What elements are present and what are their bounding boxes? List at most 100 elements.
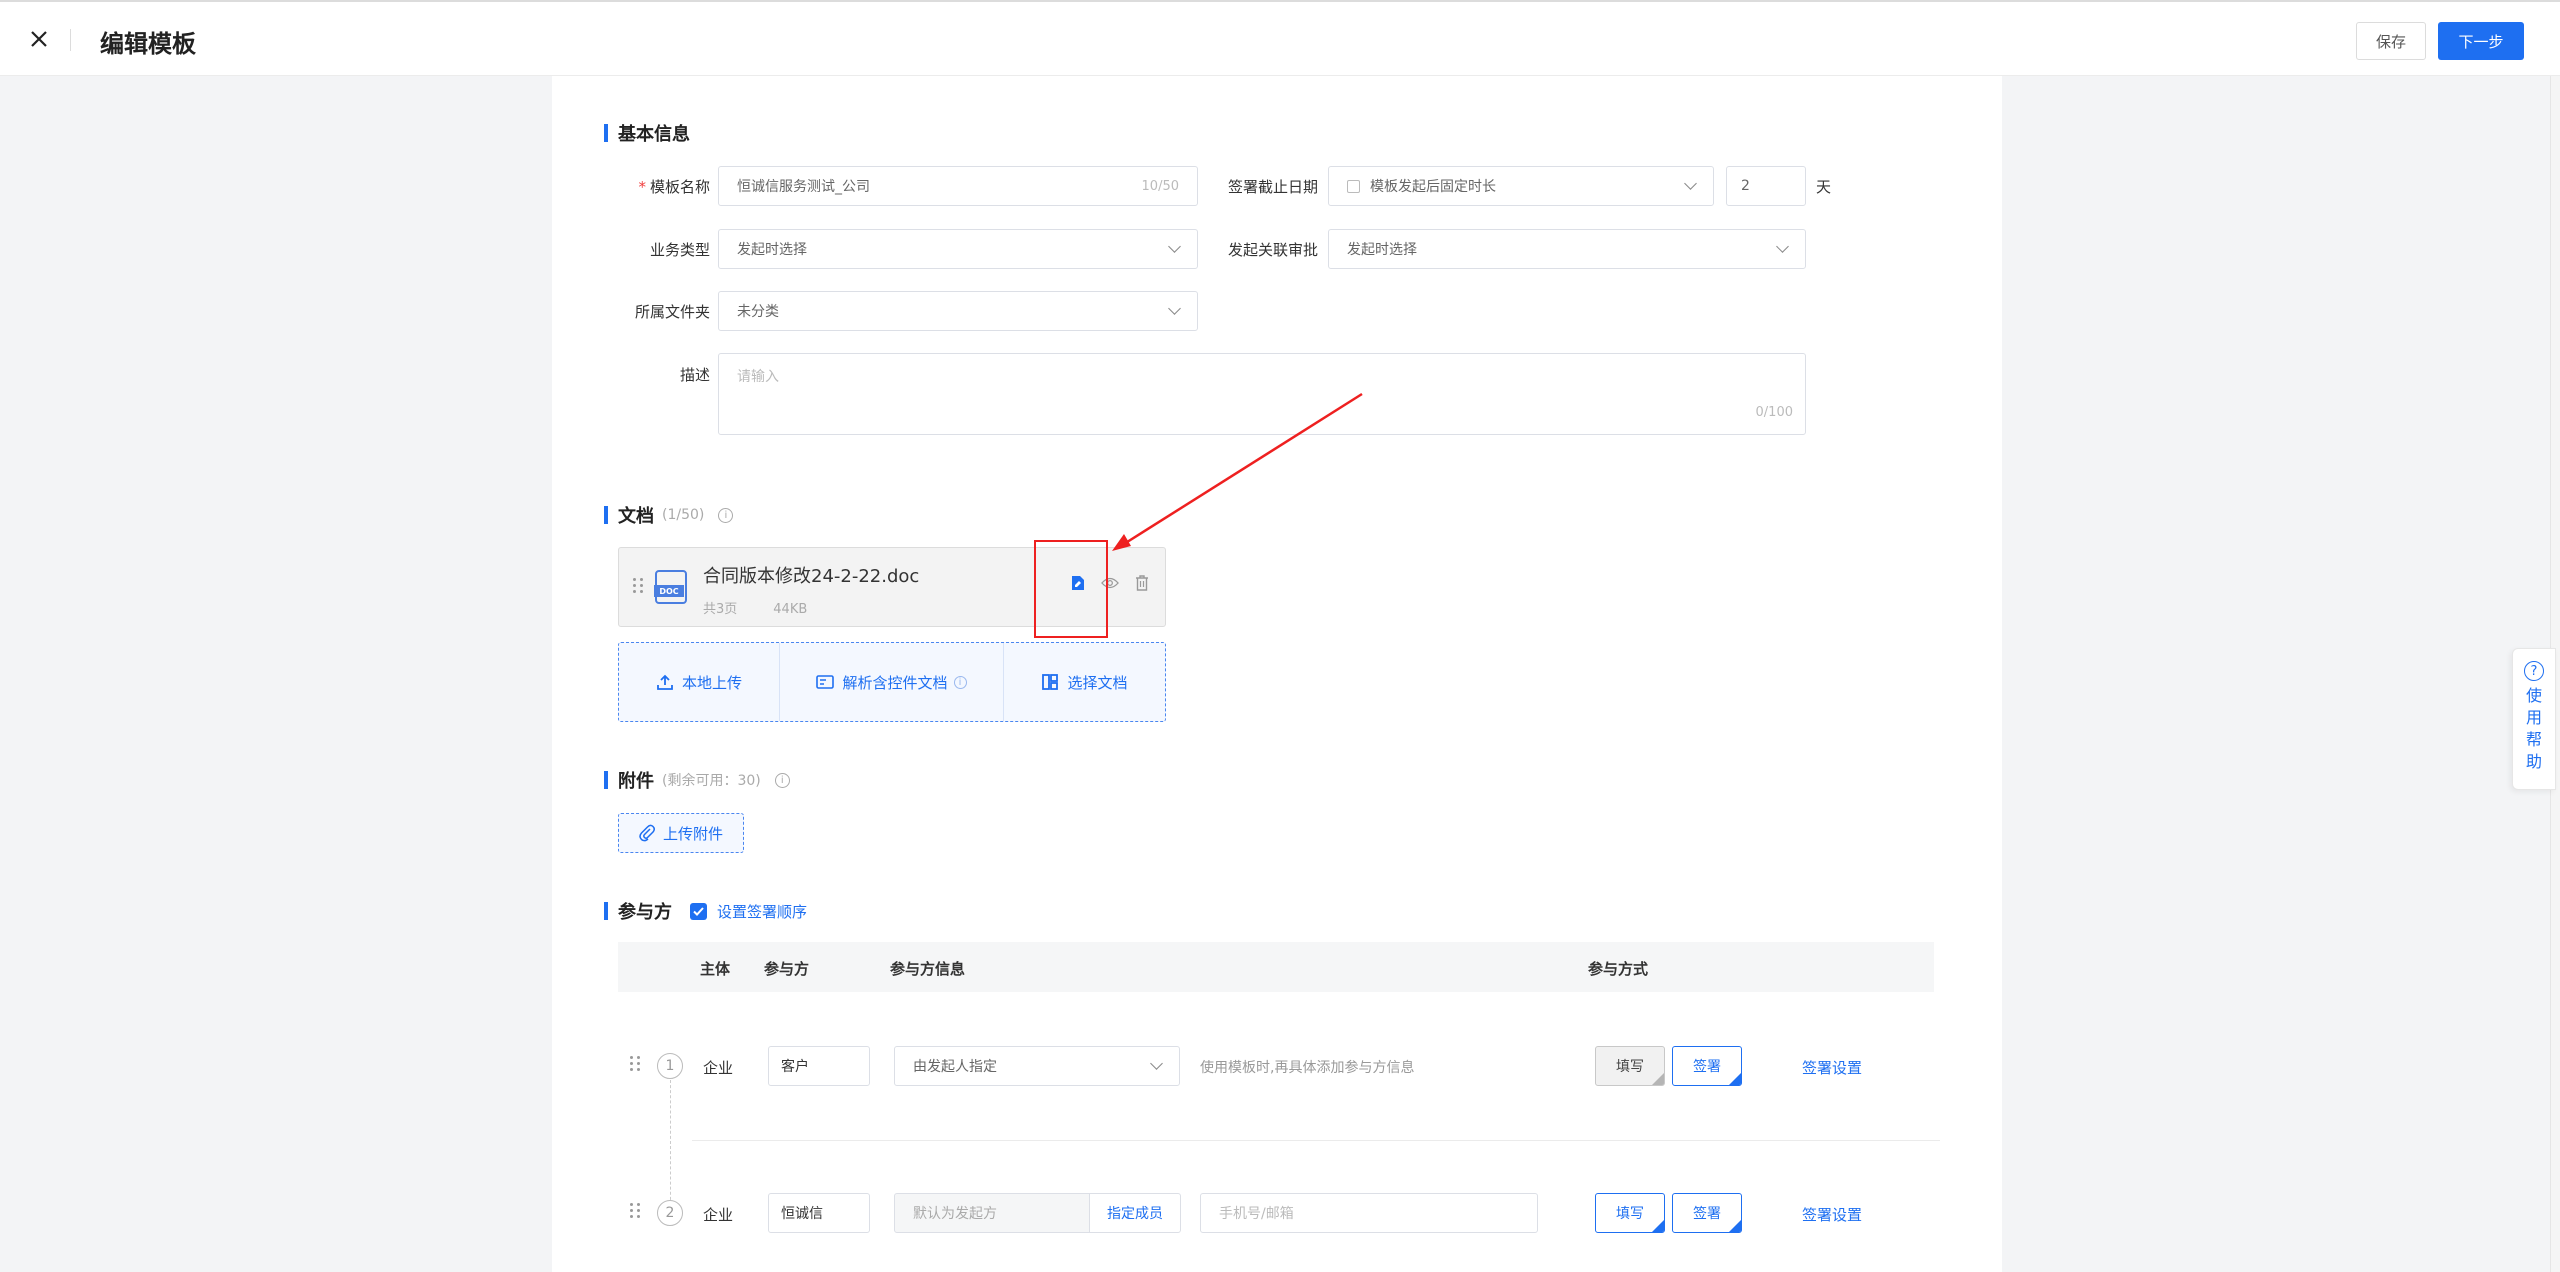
top-bar: 编辑模板 保存 下一步 [0, 0, 2560, 76]
deadline-mode-value: 模板发起后固定时长 [1370, 179, 1496, 195]
deadline-label: 签署截止日期 [1227, 178, 1318, 196]
close-icon[interactable] [24, 24, 54, 54]
help-tab[interactable]: ? 使用帮助 [2512, 648, 2556, 790]
row-entity: 企业 [703, 1059, 734, 1077]
participant-name-input[interactable]: 恒诚信 [768, 1193, 870, 1233]
calendar-icon [1347, 179, 1360, 193]
business-type-select[interactable]: 发起时选择 [718, 229, 1198, 269]
drag-handle-icon[interactable] [630, 1203, 641, 1218]
col-participation-mode: 参与方式 [1588, 960, 1649, 978]
template-name-label: * 模板名称 [638, 178, 710, 196]
paperclip-icon [639, 824, 655, 842]
info-icon[interactable]: i [718, 507, 734, 523]
select-document-button[interactable]: 选择文档 [1003, 643, 1165, 721]
row-index: 2 [657, 1200, 683, 1226]
parse-control-doc-button[interactable]: 解析含控件文档 i [779, 643, 1003, 721]
fill-mode-label: 填写 [1616, 1206, 1644, 1222]
assign-member-button[interactable]: 指定成员 [1089, 1193, 1181, 1233]
section-basic-info: 基本信息 [604, 120, 690, 146]
fill-mode-label: 填写 [1616, 1059, 1644, 1075]
sign-mode-label: 签署 [1693, 1206, 1721, 1222]
annotation-highlight-box [1034, 540, 1108, 638]
chevron-down-icon [1776, 240, 1789, 253]
delete-icon[interactable] [1133, 574, 1151, 592]
fill-mode-button[interactable]: 填写 [1595, 1046, 1665, 1086]
divider [70, 29, 71, 51]
drag-handle-icon[interactable] [633, 578, 644, 593]
description-textarea[interactable]: 请输入 0/100 [718, 353, 1806, 435]
sign-mode-label: 签署 [1693, 1059, 1721, 1075]
deadline-days-value: 2 [1741, 178, 1750, 194]
attachments-remaining: (剩余可用：30) [662, 773, 761, 789]
deadline-unit: 天 [1816, 178, 1832, 196]
char-counter: 0/100 [1755, 405, 1793, 420]
row-entity: 企业 [703, 1206, 734, 1224]
select-doc-icon [1041, 673, 1059, 691]
section-title-text: 参与方 [618, 902, 672, 923]
help-label: 使用帮助 [2525, 686, 2542, 771]
upload-attachment-button[interactable]: 上传附件 [618, 813, 744, 853]
sign-order-checkbox[interactable] [690, 902, 707, 920]
approval-value: 发起时选择 [1347, 242, 1417, 258]
save-button[interactable]: 保存 [2356, 22, 2426, 60]
info-icon[interactable]: i [953, 675, 967, 689]
chevron-down-icon [1150, 1057, 1163, 1070]
section-title-text: 附件 [618, 771, 654, 792]
section-participants: 参与方 设置签署顺序 [604, 898, 807, 924]
next-step-button[interactable]: 下一步 [2438, 22, 2524, 60]
document-name: 合同版本修改24-2-22.doc [703, 566, 920, 587]
section-attachments: 附件 (剩余可用：30) i [604, 767, 790, 793]
deadline-mode-select[interactable]: 模板发起后固定时长 [1328, 166, 1714, 206]
document-count: (1/50) [662, 507, 705, 523]
parse-doc-icon [816, 673, 835, 691]
deadline-days-input[interactable]: 2 [1726, 166, 1806, 206]
col-participant-info: 参与方信息 [890, 960, 966, 978]
sign-order-label[interactable]: 设置签署顺序 [717, 901, 807, 922]
participant-info-select[interactable]: 由发起人指定 [894, 1046, 1180, 1086]
sign-settings-link[interactable]: 签署设置 [1802, 1204, 1862, 1225]
col-entity: 主体 [700, 960, 731, 978]
drag-handle-icon[interactable] [630, 1056, 641, 1071]
description-label: 描述 [679, 366, 710, 384]
doc-file-icon: DOC [654, 570, 687, 604]
sign-settings-link[interactable]: 签署设置 [1802, 1057, 1862, 1078]
upload-icon [656, 673, 674, 691]
local-upload-label: 本地上传 [681, 673, 742, 692]
template-name-input[interactable]: 恒诚信服务测试_公司 10/50 [718, 166, 1198, 206]
fill-mode-button[interactable]: 填写 [1595, 1193, 1665, 1233]
approval-select[interactable]: 发起时选择 [1328, 229, 1806, 269]
info-icon[interactable]: i [774, 772, 790, 788]
row-divider [692, 1140, 1940, 1141]
select-document-label: 选择文档 [1067, 673, 1128, 692]
description-placeholder: 请输入 [737, 369, 779, 385]
contact-input[interactable]: 手机号/邮箱 [1200, 1193, 1538, 1233]
parse-control-doc-label: 解析含控件文档 [842, 673, 948, 692]
section-title-text: 基本信息 [618, 124, 690, 145]
document-meta: 共3页 44KB [703, 598, 807, 617]
default-initiator-value: 默认为发起方 [913, 1206, 997, 1222]
participants-table-header: 主体 参与方 参与方信息 参与方式 [618, 942, 1934, 992]
business-type-label: 业务类型 [649, 241, 710, 259]
folder-select[interactable]: 未分类 [718, 291, 1198, 331]
sign-mode-button[interactable]: 签署 [1672, 1046, 1742, 1086]
document-size: 44KB [773, 602, 808, 617]
section-title-text: 文档 [618, 506, 654, 527]
participant-info-value: 由发起人指定 [913, 1059, 997, 1075]
question-icon: ? [2524, 661, 2544, 681]
char-counter: 10/50 [1141, 178, 1179, 194]
upload-attachment-label: 上传附件 [662, 824, 723, 843]
local-upload-button[interactable]: 本地上传 [619, 643, 779, 721]
chevron-down-icon [1684, 177, 1697, 190]
participant-name-input[interactable]: 客户 [768, 1046, 870, 1086]
row-index: 1 [657, 1053, 683, 1079]
default-initiator-input: 默认为发起方 [894, 1193, 1090, 1233]
template-name-value: 恒诚信服务测试_公司 [737, 179, 870, 195]
folder-label: 所属文件夹 [634, 303, 710, 321]
sign-mode-button[interactable]: 签署 [1672, 1193, 1742, 1233]
document-upload-zone: 本地上传 解析含控件文档 i 选择文档 [618, 642, 1166, 722]
participant-hint: 使用模板时,再具体添加参与方信息 [1200, 1060, 1415, 1076]
document-pages: 共3页 [703, 602, 738, 617]
chevron-down-icon [1168, 240, 1181, 253]
contact-placeholder: 手机号/邮箱 [1219, 1206, 1294, 1222]
page-title: 编辑模板 [100, 30, 196, 58]
